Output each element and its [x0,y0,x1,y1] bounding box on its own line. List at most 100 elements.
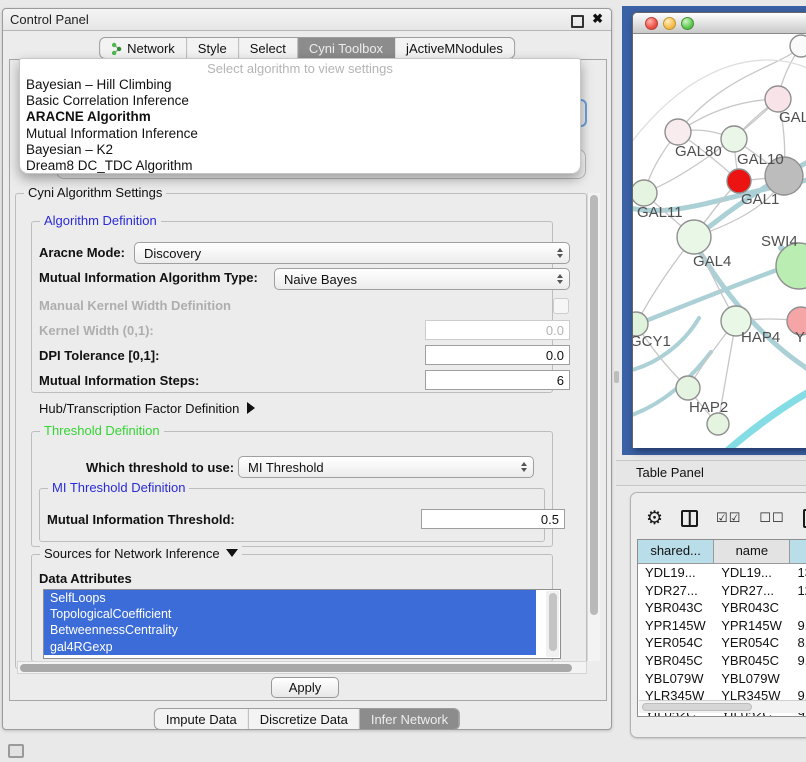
node-table: shared...nameA YDL19...YDL19...13YDR27..… [637,539,806,717]
which-threshold-combo[interactable]: MI Threshold [238,456,534,478]
attribute-list-item[interactable]: SelfLoops [44,590,536,606]
table-row[interactable]: YER054CYER054C8. [638,634,806,652]
kernel-width-label: Kernel Width (0,1): [39,323,154,338]
manual-kernel-checkbox[interactable] [553,298,569,314]
control-panel-title: Control Panel [10,12,89,27]
network-node-hap2[interactable] [676,376,700,400]
mi-threshold-field[interactable]: 0.5 [421,509,565,529]
settings-horizontal-scrollbar[interactable] [17,661,587,674]
tab-network[interactable]: Network [100,38,187,58]
columns-icon[interactable] [681,510,698,527]
table-horizontal-scrollbar[interactable] [639,700,806,713]
hub-definition-label: Hub/Transcription Factor Definition [39,401,239,416]
screen: Control Panel ✖ NetworkStyleSelectCyni T… [0,0,806,762]
network-canvas[interactable]: GALGAL80GAL10GAL1GAL11GAL4SWI4GCY1HAP4YH… [633,34,806,448]
table-cell: YBL079W [714,670,790,688]
network-node[interactable] [707,413,729,435]
mi-threshold-group-title: MI Threshold Definition [48,480,189,495]
table-body: YDL19...YDL19...13YDR27...YDR27...12YBR0… [638,564,806,717]
tab-jactivemnodules[interactable]: jActiveMNodules [395,38,514,58]
network-node-label: SWI4 [761,233,798,250]
table-cell [790,599,806,617]
network-node-label: HAP2 [689,399,728,416]
which-threshold-value: MI Threshold [248,460,324,475]
hub-definition-toggle[interactable]: Hub/Transcription Factor Definition [39,401,255,416]
algorithm-option[interactable]: Basic Correlation Inference [20,93,580,109]
algorithm-option[interactable]: Bayesian – K2 [20,142,580,158]
table-row[interactable]: YBL079WYBL079W [638,670,806,688]
table-cell: YBR045C [638,652,714,670]
mi-steps-field[interactable]: 6 [425,370,570,390]
select-all-columns-icon[interactable]: ☑☑ [716,510,741,526]
tab-cyni-toolbox[interactable]: Cyni Toolbox [298,38,395,58]
mi-threshold-label: Mutual Information Threshold: [47,512,235,527]
kernel-width-field[interactable]: 0.0 [425,320,570,340]
apply-button[interactable]: Apply [271,677,339,698]
sources-group-title[interactable]: Sources for Network Inference [40,546,242,561]
algorithm-popup-list: Bayesian – Hill ClimbingBasic Correlatio… [20,77,580,174]
attributes-list-scrollbar[interactable] [546,591,559,657]
algorithm-definition-title: Algorithm Definition [40,213,161,228]
close-traffic-light-icon[interactable] [645,17,658,30]
dpi-tolerance-field[interactable]: 0.0 [425,345,570,365]
network-node-label: HAP4 [741,329,780,346]
algorithm-option[interactable]: ARACNE Algorithm [20,109,580,125]
table-row[interactable]: YDL19...YDL19...13 [638,564,806,582]
mi-type-label: Mutual Information Algorithm Type: [39,270,258,285]
network-node-gal4[interactable] [677,220,711,254]
column-header[interactable]: shared... [638,540,714,563]
table-row[interactable]: YDR27...YDR27...12 [638,582,806,600]
network-node-gal10[interactable] [721,126,747,152]
mi-type-combo[interactable]: Naive Bayes [274,268,570,290]
table-panel-header: Table Panel [616,460,806,486]
dpi-tolerance-value: 0.0 [546,348,564,363]
attribute-list-item[interactable]: BetweennessCentrality [44,622,536,638]
control-panel-titlebar: Control Panel ✖ [3,9,611,31]
attribute-list-item[interactable]: TopologicalCoefficient [44,606,536,622]
network-node-gal1[interactable] [727,169,751,193]
network-node-label: GAL80 [675,143,722,160]
network-node-label: GAL4 [693,253,731,270]
table-row[interactable]: YPR145WYPR145W9. [638,617,806,635]
data-attributes-list[interactable]: SelfLoopsTopologicalCoefficientBetweenne… [43,589,561,659]
table-cell: YER054C [638,634,714,652]
algorithm-option[interactable]: Bayesian – Hill Climbing [20,77,580,93]
aracne-mode-combo[interactable]: Discovery [134,242,570,264]
algorithm-option[interactable]: Mutual Information Inference [20,126,580,142]
network-node-label: Y [795,329,805,346]
column-header[interactable]: A [790,540,806,563]
attribute-list-item[interactable]: gal4RGexp [44,639,536,655]
mi-steps-label: Mutual Information Steps: [39,373,199,388]
stepper-icon [557,274,563,284]
minimize-traffic-light-icon[interactable] [663,17,676,30]
zoom-traffic-light-icon[interactable] [681,17,694,30]
network-view-window: GALGAL80GAL10GAL1GAL11GAL4SWI4GCY1HAP4YH… [632,12,806,448]
table-row[interactable]: YBR045CYBR045C9. [638,652,806,670]
float-panel-icon[interactable] [571,15,584,28]
network-node[interactable] [790,35,806,57]
tab-select[interactable]: Select [239,38,298,58]
kernel-width-value: 0.0 [546,323,564,338]
panel-splitter-grip[interactable] [614,371,619,383]
manual-kernel-label: Manual Kernel Width Definition [39,298,231,313]
close-panel-icon[interactable]: ✖ [592,11,603,27]
settings-vertical-scrollbar[interactable] [587,193,600,661]
table-cell: YPR145W [638,617,714,635]
deselect-all-columns-icon[interactable]: ☐☐ [759,510,784,526]
stepper-icon [521,462,527,472]
gear-icon[interactable]: ⚙ [646,509,663,528]
tab-discretize-data[interactable]: Discretize Data [249,709,360,729]
tab-infer-network[interactable]: Infer Network [360,709,459,729]
table-panel-title: Table Panel [636,465,704,480]
minimized-panel-icon[interactable] [8,744,24,758]
table-row[interactable]: YBR043CYBR043C [638,599,806,617]
mi-type-value: Naive Bayes [284,272,357,287]
algorithm-option[interactable]: Dream8 DC_TDC Algorithm [20,158,580,174]
network-edge[interactable] [728,384,806,448]
network-node-gal11[interactable] [633,180,657,206]
network-node-gal80[interactable] [665,119,691,145]
column-header[interactable]: name [714,540,790,563]
aracne-mode-label: Aracne Mode: [39,245,125,260]
tab-style[interactable]: Style [187,38,239,58]
tab-impute-data[interactable]: Impute Data [155,709,249,729]
